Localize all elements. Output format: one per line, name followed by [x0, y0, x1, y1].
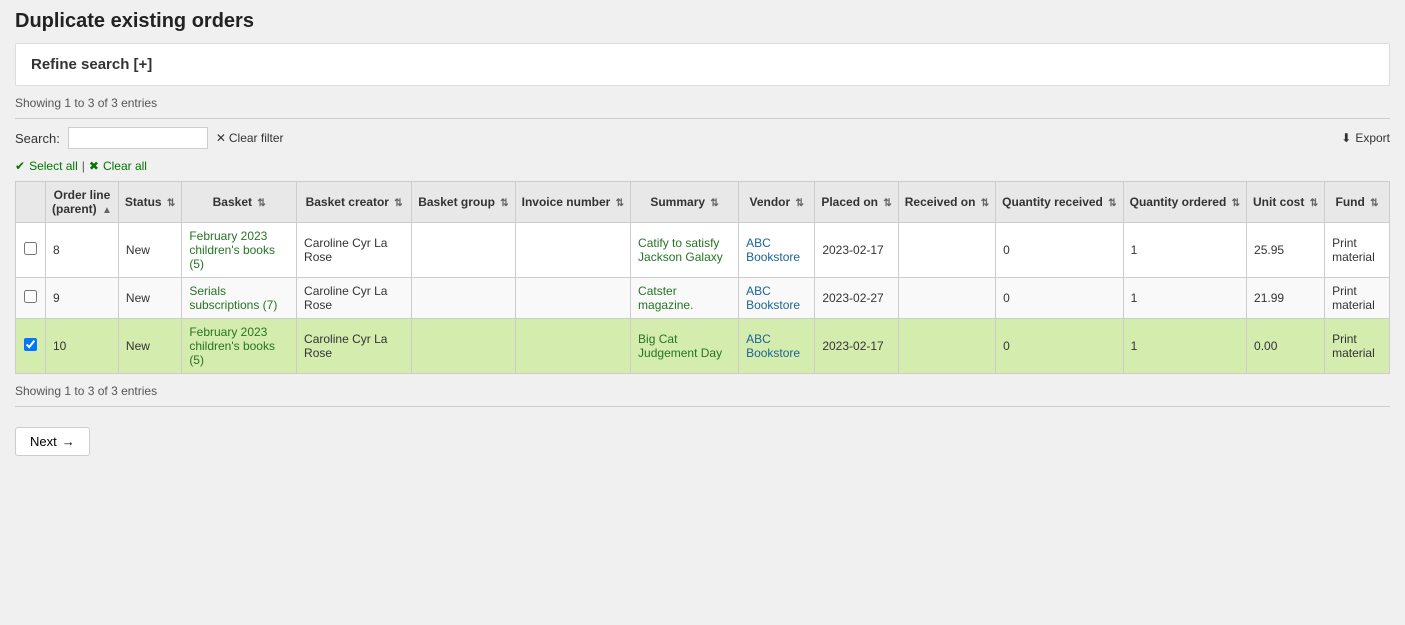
orders-table: Order line(parent) ▲ Status ⇅ Basket ⇅ B… — [15, 181, 1390, 374]
next-button-label: Next — [30, 434, 57, 449]
cell-quantity-received: 0 — [996, 319, 1123, 374]
summary-link[interactable]: Catster magazine. — [638, 284, 693, 312]
cell-received-on — [898, 278, 995, 319]
cell-unit-cost: 0.00 — [1247, 319, 1325, 374]
cell-basket[interactable]: February 2023 children's books (5) — [182, 223, 297, 278]
cell-fund: Print material — [1325, 278, 1390, 319]
cell-basket-group — [412, 278, 515, 319]
header-summary[interactable]: Summary ⇅ — [631, 182, 739, 223]
cell-invoice-number — [515, 319, 630, 374]
showing-bottom: Showing 1 to 3 of 3 entries — [15, 384, 1390, 398]
clear-filter-button[interactable]: ✕ Clear filter — [216, 131, 284, 145]
summary-link[interactable]: Big Cat Judgement Day — [638, 332, 722, 360]
showing-top: Showing 1 to 3 of 3 entries — [15, 96, 1390, 110]
cell-quantity-ordered: 1 — [1123, 319, 1246, 374]
header-quantity-ordered[interactable]: Quantity ordered ⇅ — [1123, 182, 1246, 223]
cell-received-on — [898, 223, 995, 278]
cell-unit-cost: 21.99 — [1247, 278, 1325, 319]
row-checkbox[interactable] — [24, 290, 37, 303]
header-fund[interactable]: Fund ⇅ — [1325, 182, 1390, 223]
basket-link[interactable]: Serials subscriptions (7) — [189, 284, 277, 312]
cell-placed-on: 2023-02-17 — [815, 223, 898, 278]
cell-quantity-ordered: 1 — [1123, 223, 1246, 278]
cell-order-line: 9 — [46, 278, 119, 319]
basket-link[interactable]: February 2023 children's books (5) — [189, 325, 275, 367]
table-header-row: Order line(parent) ▲ Status ⇅ Basket ⇅ B… — [16, 182, 1390, 223]
cell-summary[interactable]: Big Cat Judgement Day — [631, 319, 739, 374]
cell-order-line: 8 — [46, 223, 119, 278]
cell-status: New — [118, 319, 181, 374]
refine-search-label: Refine search [+] — [31, 56, 152, 73]
cell-quantity-received: 0 — [996, 278, 1123, 319]
cell-fund: Print material — [1325, 223, 1390, 278]
refine-search-box[interactable]: Refine search [+] — [15, 43, 1390, 86]
header-vendor[interactable]: Vendor ⇅ — [739, 182, 815, 223]
basket-link[interactable]: February 2023 children's books (5) — [189, 229, 275, 271]
cell-vendor[interactable]: ABC Bookstore — [739, 278, 815, 319]
header-quantity-received[interactable]: Quantity received ⇅ — [996, 182, 1123, 223]
cell-invoice-number — [515, 223, 630, 278]
header-basket-group[interactable]: Basket group ⇅ — [412, 182, 515, 223]
clear-all-link[interactable]: Clear all — [103, 159, 147, 173]
cell-basket[interactable]: Serials subscriptions (7) — [182, 278, 297, 319]
cell-unit-cost: 25.95 — [1247, 223, 1325, 278]
refine-search-text: Refine search [+] — [31, 56, 152, 73]
clear-icon: ✖ — [89, 159, 99, 173]
header-placed-on[interactable]: Placed on ⇅ — [815, 182, 898, 223]
cell-status: New — [118, 223, 181, 278]
export-icon: ⬇ — [1341, 131, 1351, 145]
cell-invoice-number — [515, 278, 630, 319]
cell-status: New — [118, 278, 181, 319]
header-status[interactable]: Status ⇅ — [118, 182, 181, 223]
cell-placed-on: 2023-02-17 — [815, 319, 898, 374]
cell-basket-group — [412, 223, 515, 278]
cell-placed-on: 2023-02-27 — [815, 278, 898, 319]
clear-filter-label: Clear filter — [229, 131, 284, 145]
cell-quantity-ordered: 1 — [1123, 278, 1246, 319]
clear-filter-x-icon: ✕ — [216, 131, 226, 145]
page-title: Duplicate existing orders — [15, 10, 1390, 33]
header-unit-cost[interactable]: Unit cost ⇅ — [1247, 182, 1325, 223]
search-label: Search: — [15, 131, 60, 146]
cell-vendor[interactable]: ABC Bookstore — [739, 223, 815, 278]
row-checkbox[interactable] — [24, 242, 37, 255]
table-row: 8NewFebruary 2023 children's books (5) Ca… — [16, 223, 1390, 278]
vendor-link[interactable]: ABC Bookstore — [746, 332, 800, 360]
cell-order-line: 10 — [46, 319, 119, 374]
cell-basket-creator: Caroline Cyr La Rose — [297, 223, 412, 278]
header-basket[interactable]: Basket ⇅ — [182, 182, 297, 223]
select-all-link[interactable]: Select all — [29, 159, 78, 173]
cell-summary[interactable]: Catify to satisfy Jackson Galaxy — [631, 223, 739, 278]
cell-summary[interactable]: Catster magazine. — [631, 278, 739, 319]
table-row: 9New Serials subscriptions (7) Caroline Cy… — [16, 278, 1390, 319]
cell-received-on — [898, 319, 995, 374]
header-checkbox-col — [16, 182, 46, 223]
header-order-line[interactable]: Order line(parent) ▲ — [46, 182, 119, 223]
cell-vendor[interactable]: ABC Bookstore — [739, 319, 815, 374]
header-received-on[interactable]: Received on ⇅ — [898, 182, 995, 223]
search-input[interactable] — [68, 127, 208, 149]
export-label: Export — [1355, 131, 1390, 145]
cell-fund: Print material — [1325, 319, 1390, 374]
vendor-link[interactable]: ABC Bookstore — [746, 236, 800, 264]
header-invoice-number[interactable]: Invoice number ⇅ — [515, 182, 630, 223]
select-bar: ✔ Select all | ✖ Clear all — [15, 159, 1390, 173]
separator: | — [82, 159, 85, 173]
search-bar: Search: ✕ Clear filter ⬇ Export — [15, 127, 1390, 149]
header-basket-creator[interactable]: Basket creator ⇅ — [297, 182, 412, 223]
cell-basket-creator: Caroline Cyr La Rose — [297, 319, 412, 374]
table-row: 10NewFebruary 2023 children's books (5)C… — [16, 319, 1390, 374]
export-button[interactable]: ⬇ Export — [1341, 131, 1390, 145]
next-button[interactable]: Next → — [15, 427, 90, 456]
row-checkbox[interactable] — [24, 338, 37, 351]
cell-quantity-received: 0 — [996, 223, 1123, 278]
checkmark-icon: ✔ — [15, 159, 25, 173]
cell-basket-creator: Caroline Cyr La Rose — [297, 278, 412, 319]
cell-basket[interactable]: February 2023 children's books (5) — [182, 319, 297, 374]
vendor-link[interactable]: ABC Bookstore — [746, 284, 800, 312]
cell-basket-group — [412, 319, 515, 374]
summary-link[interactable]: Catify to satisfy Jackson Galaxy — [638, 236, 723, 264]
next-arrow-icon: → — [62, 434, 75, 449]
